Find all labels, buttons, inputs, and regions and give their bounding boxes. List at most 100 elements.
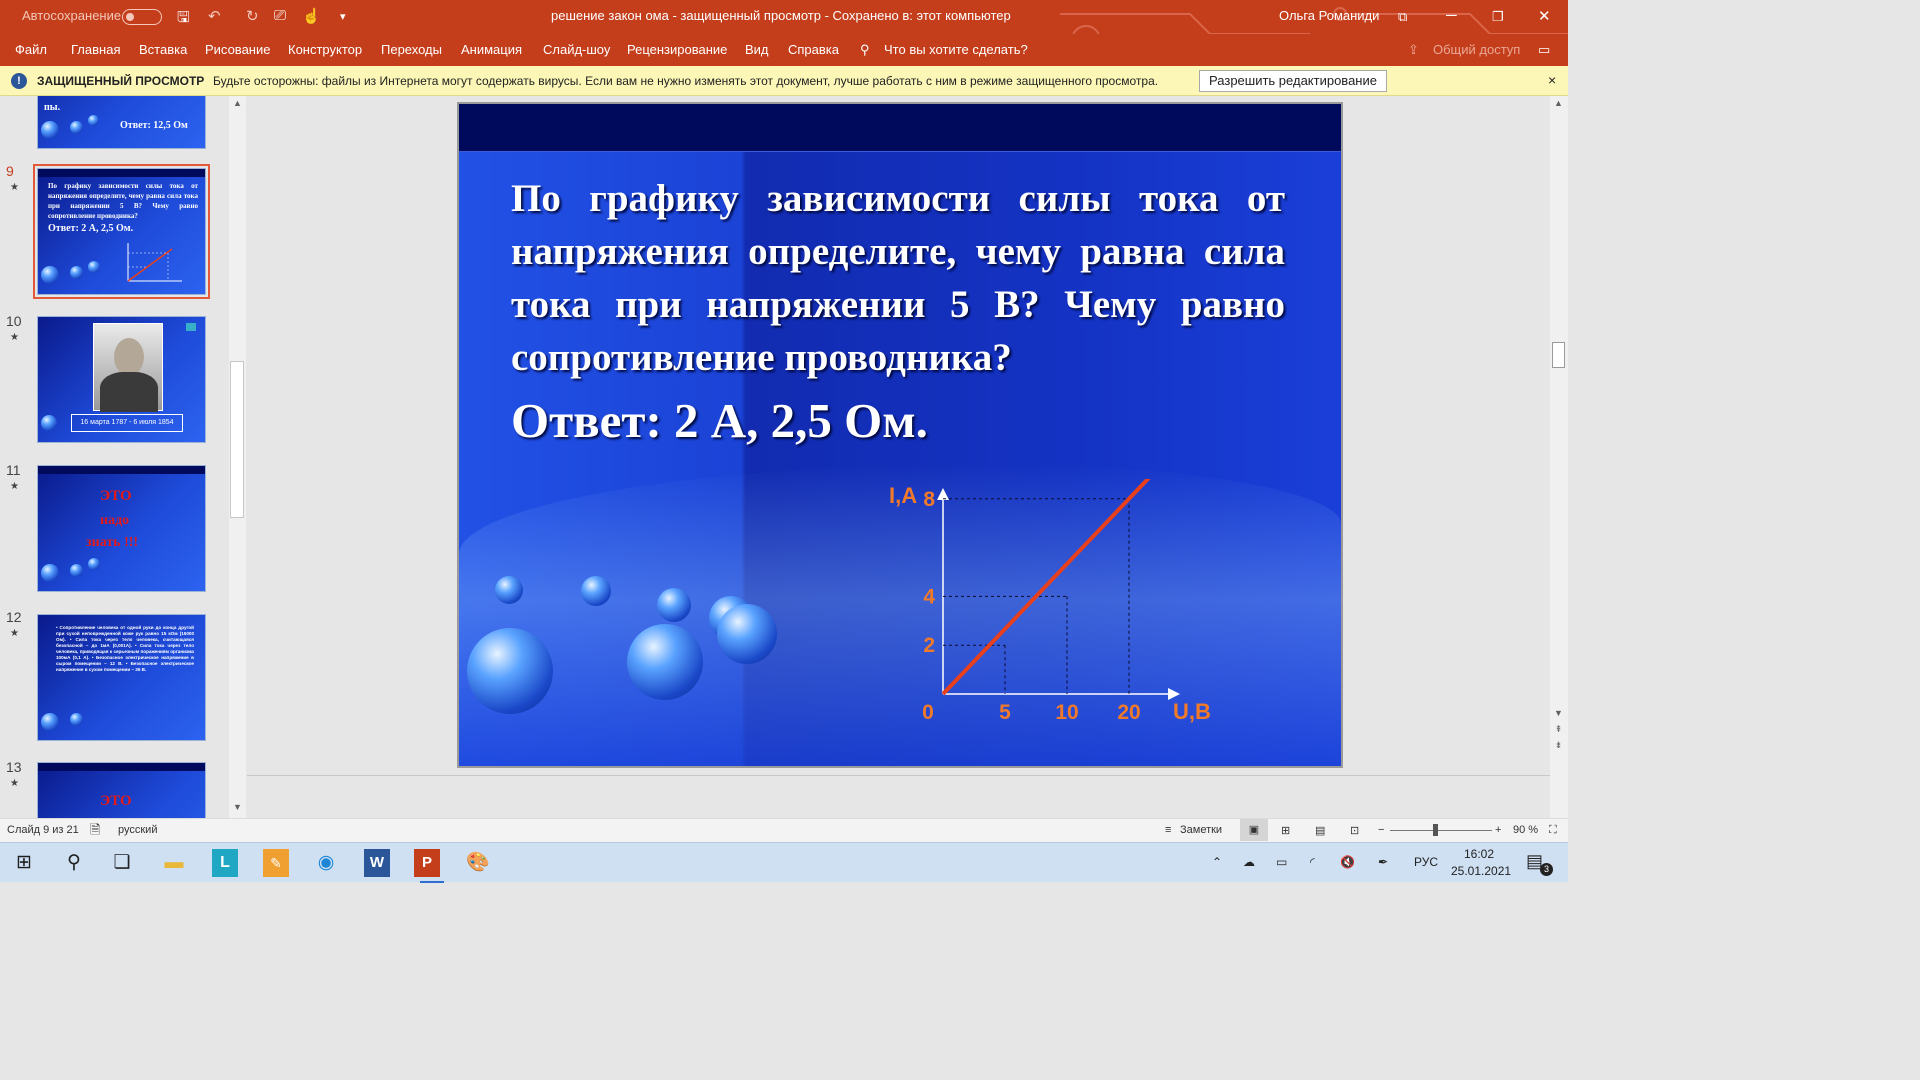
scroll-down-icon[interactable]: ▼	[1550, 708, 1567, 718]
tab-review[interactable]: Рецензирование	[627, 42, 727, 57]
powerpoint-icon[interactable]: P	[414, 849, 444, 883]
notes-divider[interactable]	[247, 775, 1550, 776]
edge-browser-icon[interactable]: ◉	[308, 849, 344, 877]
customize-qat-icon[interactable]: ▾	[340, 10, 346, 23]
thumbnail-scrollbar[interactable]: ▲ ▼	[229, 96, 246, 818]
animation-star-icon: ★	[10, 182, 19, 193]
slide-thumbnail-13[interactable]: ЭТО	[37, 762, 206, 818]
volume-muted-icon[interactable]: 🔇	[1340, 855, 1355, 869]
previous-slide-icon[interactable]: ⇞	[1550, 724, 1567, 735]
wifi-icon[interactable]: ◜	[1310, 855, 1315, 869]
spellcheck-icon[interactable]: 🗎	[90, 821, 100, 843]
undo-icon[interactable]: ↶	[208, 7, 221, 25]
autosave-toggle[interactable]	[122, 9, 162, 25]
slide-sorter-icon[interactable]: ⊞	[1281, 824, 1290, 837]
slide-number: 13	[6, 759, 22, 775]
comments-icon[interactable]: ▭	[1538, 42, 1550, 58]
tab-insert[interactable]: Вставка	[139, 42, 187, 57]
tab-animations[interactable]: Анимация	[461, 42, 522, 57]
slide-question[interactable]: По графику зависимости силы тока от напр…	[511, 172, 1285, 384]
slide-answer[interactable]: Ответ: 2 А, 2,5 Ом.	[511, 392, 928, 449]
next-slide-icon[interactable]: ⇟	[1550, 740, 1567, 751]
zoom-in-icon[interactable]: +	[1495, 824, 1501, 836]
zoom-out-icon[interactable]: −	[1378, 824, 1384, 836]
lingualeo-icon[interactable]: L	[212, 849, 238, 877]
ribbon-options-icon[interactable]: ⧉	[1398, 9, 1407, 25]
orb-decoration	[717, 604, 777, 664]
orb-decoration	[581, 576, 611, 606]
slide-thumbnail-9[interactable]: По графику зависимости силы тока от напр…	[33, 164, 210, 299]
task-view-icon[interactable]: ❏	[104, 849, 140, 877]
search-icon[interactable]: ⚲	[56, 849, 92, 877]
zoom-level[interactable]: 90 %	[1513, 824, 1538, 836]
thumb-answer: Ответ: 12,5 Ом	[120, 120, 188, 131]
thumb-line: ЭТО	[100, 488, 132, 504]
slide-thumbnail-10[interactable]: 16 марта 1787 - 6 июля 1854	[37, 316, 206, 443]
zoom-slider[interactable]	[1390, 830, 1492, 831]
clock-time[interactable]: 16:02	[1464, 847, 1494, 861]
current-slide[interactable]: По графику зависимости силы тока от напр…	[457, 102, 1343, 768]
scroll-up-icon[interactable]: ▲	[229, 98, 246, 108]
tab-draw[interactable]: Рисование	[205, 42, 270, 57]
tab-view[interactable]: Вид	[745, 42, 769, 57]
enable-editing-button[interactable]: Разрешить редактирование	[1199, 70, 1387, 92]
portrait-image	[93, 323, 163, 412]
tab-design[interactable]: Конструктор	[288, 42, 362, 57]
file-explorer-icon[interactable]: ▬	[156, 849, 192, 877]
current-voltage-graph[interactable]: 0 5 10 20 2 4 8 I,A U,B	[879, 479, 1239, 739]
search-icon[interactable]: ⚲	[860, 42, 870, 58]
tab-slideshow[interactable]: Слайд-шоу	[543, 42, 610, 57]
protected-view-message: Будьте осторожны: файлы из Интернета мог…	[213, 74, 1159, 88]
scroll-up-icon[interactable]: ▲	[1550, 98, 1567, 108]
input-language[interactable]: РУС	[1414, 855, 1438, 869]
windows-start-icon[interactable]: ⊞	[6, 849, 42, 877]
tab-home[interactable]: Главная	[71, 42, 120, 57]
chevron-up-icon[interactable]: ⌃	[1212, 855, 1222, 869]
share-icon: ⇪	[1408, 42, 1419, 57]
tell-me-search[interactable]: Что вы хотите сделать?	[884, 42, 1028, 57]
minimize-icon[interactable]: ─	[1446, 7, 1457, 24]
thumb-answer: Ответ: 2 А, 2,5 Ом.	[48, 223, 134, 234]
share-button[interactable]: Общий доступ	[1433, 42, 1520, 57]
onedrive-icon[interactable]: ☁	[1243, 855, 1255, 869]
word-icon[interactable]: W	[364, 849, 390, 877]
editor-scrollbar[interactable]: ▲ ▼ ⇞ ⇟	[1550, 96, 1568, 818]
orb-decoration	[41, 713, 59, 731]
slide-thumbnail-12[interactable]: • Сопротивление человека от одной руки д…	[37, 614, 206, 741]
close-icon[interactable]: ×	[1548, 72, 1556, 88]
scrollbar-thumb[interactable]	[230, 361, 244, 518]
scrollbar-thumb[interactable]	[1552, 342, 1565, 368]
thumb-question: По графику зависимости силы тока от напр…	[48, 182, 198, 220]
touch-mode-icon[interactable]: ☝	[302, 7, 321, 25]
tab-transitions[interactable]: Переходы	[381, 42, 442, 57]
notes-icon[interactable]: ≡	[1165, 824, 1171, 836]
fit-slide-icon[interactable]: ⛶	[1549, 824, 1557, 837]
x-tick-label: 5	[999, 701, 1011, 724]
clock-date[interactable]: 25.01.2021	[1451, 864, 1511, 878]
battery-icon[interactable]: ▭	[1276, 855, 1287, 869]
present-icon[interactable]: ⎚	[274, 7, 286, 24]
slide-thumbnail-11[interactable]: ЭТО надо знать !!!	[37, 465, 206, 592]
user-name[interactable]: Ольга Романиди	[1279, 8, 1379, 23]
notes-button[interactable]: Заметки	[1180, 824, 1222, 836]
thumb-header	[38, 466, 205, 474]
tab-file[interactable]: Файл	[15, 42, 47, 57]
scroll-down-icon[interactable]: ▼	[229, 802, 246, 812]
y-axis-label: I,A	[889, 483, 917, 508]
slide-header-band	[459, 104, 1341, 152]
redo-icon[interactable]: ↻	[246, 7, 259, 25]
restore-icon[interactable]: ❐	[1492, 9, 1504, 25]
language-indicator[interactable]: русский	[118, 824, 157, 836]
reading-view-icon[interactable]: ▤	[1315, 824, 1325, 837]
slideshow-icon[interactable]: ⊡	[1350, 824, 1359, 837]
pen-icon[interactable]: ✒	[1378, 855, 1388, 869]
close-icon[interactable]: ✕	[1538, 7, 1551, 25]
normal-view-icon[interactable]: ▣	[1240, 819, 1268, 841]
slide-thumbnail-8[interactable]: пы. Ответ: 12,5 Ом	[37, 96, 206, 149]
app-icon[interactable]: ✎	[263, 849, 289, 877]
action-button-icon	[186, 323, 196, 331]
zoom-slider-thumb[interactable]	[1433, 824, 1438, 836]
tab-help[interactable]: Справка	[788, 42, 839, 57]
paint-icon[interactable]: 🎨	[460, 849, 496, 877]
save-icon[interactable]: 🖫	[177, 7, 190, 32]
